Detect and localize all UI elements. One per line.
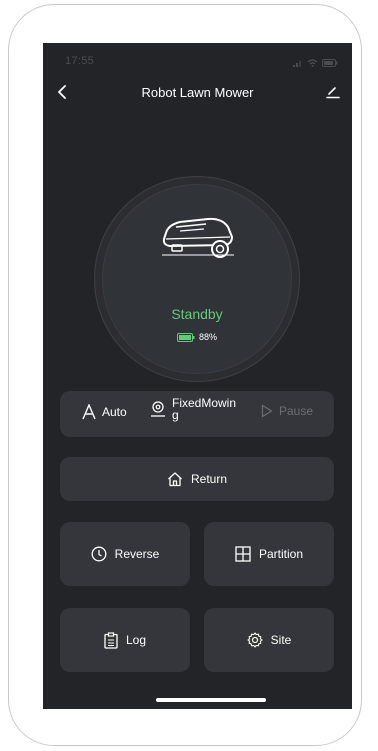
reverse-label: Reverse — [114, 547, 160, 561]
edit-button[interactable] — [322, 81, 344, 103]
battery-indicator: 88% — [103, 332, 291, 342]
status-time: 17:55 — [65, 55, 95, 67]
letter-a-icon — [82, 404, 96, 420]
mower-status-circle: Standby 88% — [102, 184, 292, 374]
mower-status-text: Standby — [171, 306, 223, 322]
auto-mode-button[interactable]: Auto — [82, 404, 127, 420]
page-title: Robot Lawn Mower — [141, 85, 254, 100]
battery-icon — [322, 54, 338, 72]
signal-icon — [293, 54, 303, 72]
partition-button[interactable]: Partition — [204, 522, 334, 586]
pause-button[interactable]: Pause — [261, 404, 313, 418]
home-indicator[interactable] — [156, 698, 266, 702]
fixed-mowing-button[interactable]: FixedMowing — [150, 397, 240, 421]
mower-status-panel: Standby 88% — [94, 176, 300, 382]
wifi-icon — [307, 54, 318, 72]
log-label: Log — [125, 633, 147, 647]
mode-selector: Auto FixedMowing Pause — [60, 391, 334, 437]
gear-icon — [247, 632, 263, 648]
home-icon — [168, 472, 182, 487]
battery-level-icon — [176, 332, 195, 342]
site-label: Site — [270, 633, 292, 647]
clipboard-icon — [104, 631, 118, 649]
pause-label: Pause — [279, 404, 314, 418]
grid-icon — [235, 546, 251, 562]
partition-label: Partition — [258, 547, 304, 561]
status-bar: 17:55 — [43, 43, 352, 73]
edit-icon — [326, 87, 340, 99]
app-screen: 17:55 Robot Lawn Mower Standby 88% Auto … — [43, 43, 352, 709]
play-outline-icon — [261, 404, 273, 418]
fixed-mowing-label: FixedMowing — [172, 396, 237, 422]
return-button[interactable]: Return — [60, 457, 334, 501]
auto-label: Auto — [102, 405, 127, 419]
clock-icon — [91, 546, 107, 562]
log-button[interactable]: Log — [60, 608, 190, 672]
robot-mower-icon — [162, 217, 234, 258]
status-icons — [293, 54, 338, 72]
return-label: Return — [190, 472, 228, 486]
nav-bar: Robot Lawn Mower — [43, 79, 352, 107]
battery-percent: 88% — [198, 332, 217, 342]
location-pin-icon — [151, 401, 165, 417]
site-button[interactable]: Site — [204, 608, 334, 672]
reverse-button[interactable]: Reverse — [60, 522, 190, 586]
